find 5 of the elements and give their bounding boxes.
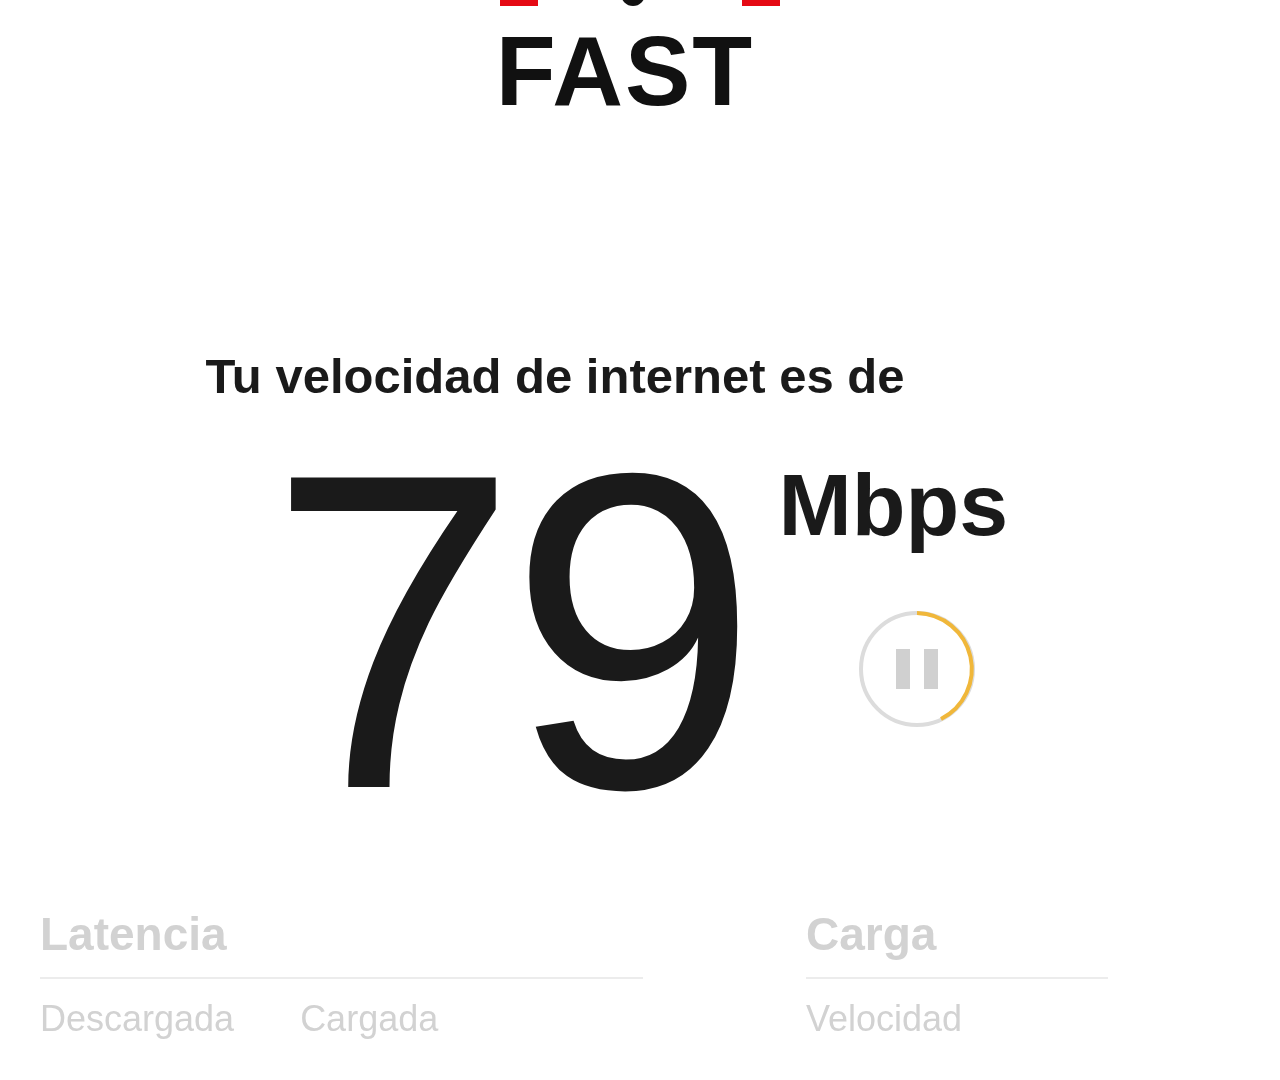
result-heading: Tu velocidad de internet es de [205, 352, 905, 401]
pause-button[interactable] [856, 609, 977, 729]
logo-text: FAST [495, 22, 755, 120]
speed-value: 79 [268, 451, 749, 811]
pause-icon [856, 609, 977, 729]
